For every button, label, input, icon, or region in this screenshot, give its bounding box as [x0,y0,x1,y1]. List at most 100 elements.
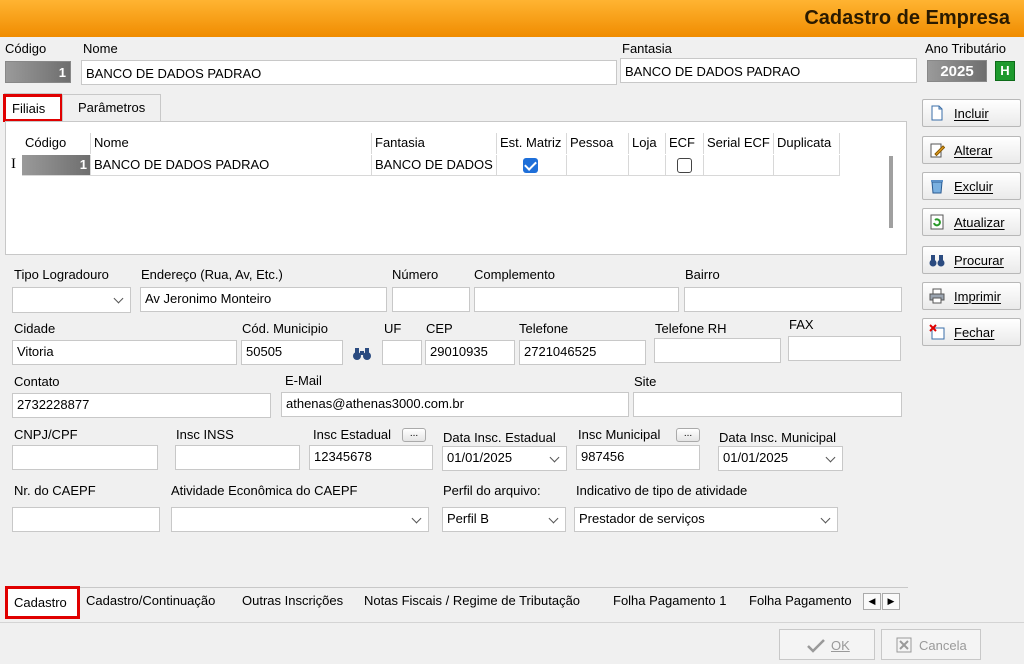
excluir-label: Excluir [954,179,994,194]
tab-folha-pagamento[interactable]: Folha Pagamento [749,593,852,608]
grid-header-codigo[interactable]: Código [22,133,91,154]
insc-estadual-input[interactable]: 12345678 [309,445,433,470]
fax-input[interactable] [788,336,901,361]
nome-input[interactable]: BANCO DE DADOS PADRAO [81,60,617,85]
cod-municipio-label: Cód. Municipio [242,321,328,336]
alterar-button[interactable]: Alterar [922,136,1021,164]
grid-header-est-matriz[interactable]: Est. Matriz [497,133,567,154]
data-insc-estadual-picker[interactable]: 01/01/2025 [442,446,567,471]
tabs-scroll-left-icon[interactable]: ◀ [863,593,881,610]
atualizar-button[interactable]: Atualizar [922,208,1021,236]
site-input[interactable] [633,392,902,417]
uf-label: UF [384,321,402,336]
ok-button[interactable]: OK [779,629,875,660]
tab-parametros[interactable]: Parâmetros [62,94,161,121]
telefone-label: Telefone [519,321,569,336]
telefone-input[interactable]: 2721046525 [519,340,646,365]
tipo-logradouro-label: Tipo Logradouro [14,267,109,282]
title-bar: Cadastro de Empresa [0,0,1024,37]
insc-estadual-more-button[interactable]: ... [402,428,426,442]
ecf-checkbox[interactable] [677,158,692,173]
tab-folha-pagamento-1[interactable]: Folha Pagamento 1 [613,593,726,608]
complemento-input[interactable] [474,287,679,312]
endereco-label: Endereço (Rua, Av, Etc.) [141,267,283,282]
insc-municipal-label: Insc Municipal [578,427,661,442]
bairro-input[interactable] [684,287,902,312]
incluir-label: Incluir [954,106,989,121]
cnpj-label: CNPJ/CPF [14,427,78,442]
uf-input[interactable] [382,340,422,365]
ok-label: OK [831,638,850,653]
check-icon [807,639,825,653]
ano-tributario-field[interactable]: 2025 [927,60,987,82]
site-label: Site [634,374,657,389]
procurar-button[interactable]: Procurar [922,246,1021,274]
codigo-label: Código [5,41,47,56]
grid-cell-serial-ecf[interactable] [704,155,774,176]
grid-cell-nome[interactable]: BANCO DE DADOS PADRAO [91,155,372,176]
insc-municipal-input[interactable]: 987456 [576,445,700,470]
fechar-button[interactable]: Fechar [922,318,1021,346]
nome-label: Nome [83,41,118,56]
grid-header-loja[interactable]: Loja [629,133,666,154]
cidade-label: Cidade [14,321,56,336]
grid-cell-fantasia[interactable]: BANCO DE DADOS PADRAO [372,155,497,176]
window-title: Cadastro de Empresa [804,7,1010,29]
grid-header-duplicata[interactable]: Duplicata [774,133,840,154]
insc-inss-input[interactable] [175,445,300,470]
grid-cell-loja[interactable] [629,155,666,176]
trash-icon [931,180,943,194]
grid-cell-est-matriz[interactable] [497,155,567,176]
cancela-button[interactable]: Cancela [881,629,981,660]
grid-header-fantasia[interactable]: Fantasia [372,133,497,154]
contato-input[interactable]: 2732228877 [12,393,271,418]
telefone-rh-input[interactable] [654,338,781,363]
grid-cell-duplicata[interactable] [774,155,840,176]
tab-outras-inscricoes[interactable]: Outras Inscrições [242,593,343,608]
data-insc-estadual-label: Data Insc. Estadual [443,430,556,445]
atividade-caepf-select[interactable] [171,507,429,532]
insc-municipal-more-button[interactable]: ... [676,428,700,442]
grid-header-nome[interactable]: Nome [91,133,372,154]
excluir-button[interactable]: Excluir [922,172,1021,200]
grid-cell-pessoa[interactable] [567,155,629,176]
cep-input[interactable]: 29010935 [425,340,515,365]
indicativo-select[interactable]: Prestador de serviços [574,507,838,532]
data-insc-municipal-picker[interactable]: 01/01/2025 [718,446,843,471]
est-matriz-checkbox[interactable] [523,158,538,173]
numero-input[interactable] [392,287,470,312]
email-input[interactable]: athenas@athenas3000.com.br [281,392,629,417]
fantasia-label: Fantasia [622,41,672,56]
cep-label: CEP [426,321,453,336]
tab-cadastro-continuacao[interactable]: Cadastro/Continuação [86,593,215,608]
cidade-input[interactable]: Vitoria [12,340,237,365]
data-insc-municipal-label: Data Insc. Municipal [719,430,837,445]
ano-history-button[interactable]: H [995,61,1015,81]
incluir-button[interactable]: Incluir [922,99,1021,127]
cnpj-input[interactable] [12,445,158,470]
grid-cell-ecf[interactable] [666,155,704,176]
caepf-input[interactable] [12,507,160,532]
grid-scrollbar[interactable] [889,156,893,228]
close-icon [929,324,945,340]
tipo-logradouro-select[interactable] [12,287,131,313]
atividade-caepf-label: Atividade Econômica do CAEPF [171,483,358,498]
tab-notas-fiscais[interactable]: Notas Fiscais / Regime de Tributação [364,593,580,608]
perfil-select[interactable]: Perfil B [442,507,566,532]
insc-inss-label: Insc INSS [176,427,234,442]
cod-municipio-input[interactable]: 50505 [241,340,343,365]
grid-header-ecf[interactable]: ECF [666,133,704,154]
binoculars-icon[interactable] [352,346,372,362]
grid-cell-codigo[interactable]: 1 [22,155,91,176]
codigo-field[interactable]: 1 [5,61,71,83]
grid-header-serial-ecf[interactable]: Serial ECF [704,133,774,154]
grid-header-pessoa[interactable]: Pessoa [567,133,629,154]
fax-label: FAX [789,317,814,332]
imprimir-label: Imprimir [954,289,1001,304]
endereco-input[interactable]: Av Jeronimo Monteiro [140,287,387,312]
fechar-label: Fechar [954,325,995,340]
fantasia-input[interactable]: BANCO DE DADOS PADRAO [620,58,917,83]
imprimir-button[interactable]: Imprimir [922,282,1021,310]
tabs-scroll-right-icon[interactable]: ▶ [882,593,900,610]
procurar-label: Procurar [954,253,1004,268]
